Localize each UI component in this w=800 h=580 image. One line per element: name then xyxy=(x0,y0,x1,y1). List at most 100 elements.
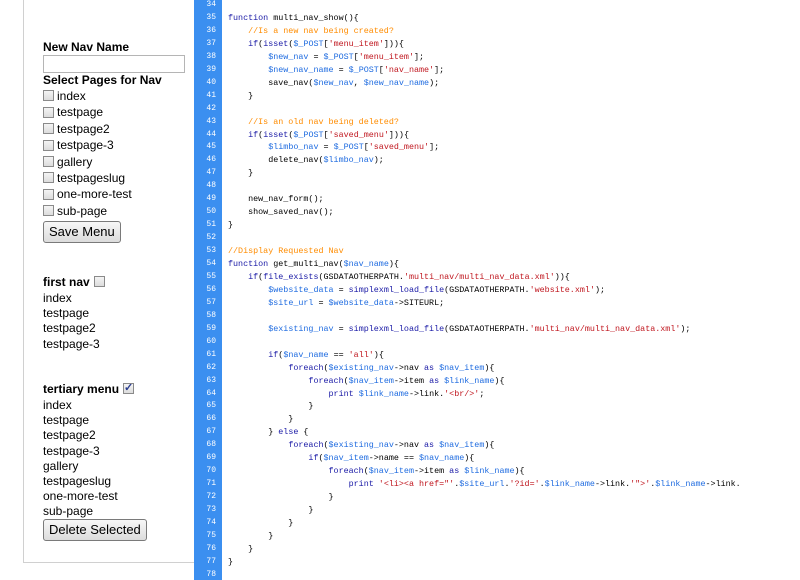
line-number: 59 xyxy=(206,323,216,333)
line-number: 68 xyxy=(206,440,216,450)
left-panel: New Nav Name Select Pages for Nav index t… xyxy=(0,0,195,580)
line-number: 53 xyxy=(206,246,216,256)
saved-nav-item: testpage2 xyxy=(43,428,96,443)
page-option-label: testpageslug xyxy=(57,171,126,185)
line-number: 63 xyxy=(206,375,216,385)
line-number: 46 xyxy=(206,155,216,165)
line-number: 38 xyxy=(206,51,216,61)
line-number: 72 xyxy=(206,492,216,502)
page-option[interactable]: gallery xyxy=(43,155,92,171)
saved-nav-item: testpage-3 xyxy=(43,443,100,458)
code-editor[interactable]: function multi_nav_show(){ //Is a new na… xyxy=(222,0,800,580)
code-line: $existing_nav = simplexml_load_file(GSDA… xyxy=(268,323,691,334)
saved-nav-item: testpage2 xyxy=(43,321,96,336)
line-number: 57 xyxy=(206,297,216,307)
page-checkbox[interactable] xyxy=(43,90,54,102)
page-option[interactable]: testpageslug xyxy=(43,171,125,187)
line-number: 35 xyxy=(206,12,216,22)
code-line: //Display Requested Nav xyxy=(228,246,344,257)
code-line: foreach($existing_nav->nav as $nav_item)… xyxy=(288,362,495,373)
code-line: show_saved_nav(); xyxy=(228,207,334,218)
saved-nav-checkbox[interactable] xyxy=(93,276,105,288)
code-line: //Is a new nav being created? xyxy=(228,25,394,36)
saved-nav-title: first nav xyxy=(43,275,108,289)
code-line: //Is an old nav being deleted? xyxy=(228,116,399,127)
code-line: } xyxy=(228,492,334,503)
page-checkbox[interactable] xyxy=(43,139,54,151)
code-line: if(isset($_POST['menu_item'])){ xyxy=(248,38,404,49)
nav-admin-panel: New Nav Name Select Pages for Nav index t… xyxy=(23,0,195,563)
page-option[interactable]: testpage-3 xyxy=(43,138,114,154)
page-option[interactable]: testpage xyxy=(43,105,103,121)
code-line: } xyxy=(228,543,254,554)
line-number: 66 xyxy=(206,414,216,424)
line-number: 64 xyxy=(206,388,216,398)
code-line: function multi_nav_show(){ xyxy=(228,12,359,23)
new-nav-name-label: New Nav Name xyxy=(43,40,130,54)
line-number: 65 xyxy=(206,401,216,411)
page-option-label: testpage-3 xyxy=(57,138,114,153)
page-option[interactable]: one-more-test xyxy=(43,187,132,203)
page-checkbox[interactable] xyxy=(43,172,54,184)
line-number: 42 xyxy=(206,103,216,113)
page-checkbox[interactable] xyxy=(43,106,54,118)
line-number: 61 xyxy=(206,349,216,359)
code-line: foreach($existing_nav->nav as $nav_item)… xyxy=(288,440,495,451)
page-checkbox[interactable] xyxy=(43,205,54,217)
code-line: } xyxy=(228,90,254,101)
saved-nav-item: index xyxy=(43,291,72,305)
line-number: 67 xyxy=(206,427,216,437)
delete-selected-button[interactable]: Delete Selected xyxy=(43,519,147,541)
saved-nav-item: one-more-test xyxy=(43,489,118,504)
new-nav-name-input[interactable] xyxy=(43,55,185,73)
line-number: 41 xyxy=(206,90,216,100)
line-number: 36 xyxy=(206,25,216,35)
line-number: 58 xyxy=(206,310,216,320)
line-number: 51 xyxy=(206,220,216,230)
save-menu-button[interactable]: Save Menu xyxy=(43,221,121,243)
line-number: 44 xyxy=(206,129,216,139)
code-line: foreach($nav_item->item as $link_name){ xyxy=(308,375,505,386)
page-option[interactable]: sub-page xyxy=(43,204,107,220)
line-number: 77 xyxy=(206,556,216,566)
saved-nav-checkbox[interactable] xyxy=(123,381,135,395)
saved-nav-title: tertiary menu xyxy=(43,381,137,396)
line-number: 40 xyxy=(206,77,216,87)
code-line: } xyxy=(228,401,314,412)
line-number-gutter: 34 35 36 37 38 39 40 41 42 43 44 45 46 47 48 49 50 51 52 53… xyxy=(194,0,222,580)
page-option[interactable]: index xyxy=(43,89,86,105)
select-pages-label: Select Pages for Nav xyxy=(43,73,162,87)
page-checkbox[interactable] xyxy=(43,155,54,167)
page-option-label: gallery xyxy=(57,154,93,169)
line-number: 70 xyxy=(206,466,216,476)
line-number: 37 xyxy=(206,38,216,48)
saved-nav-item: testpage xyxy=(43,413,90,428)
code-line: } xyxy=(228,556,234,567)
code-line: new_nav_form(); xyxy=(228,194,324,205)
line-number: 52 xyxy=(206,233,216,243)
line-number: 55 xyxy=(206,271,216,281)
line-number: 50 xyxy=(206,207,216,217)
line-number: 76 xyxy=(206,543,216,553)
line-number: 49 xyxy=(206,194,216,204)
code-line: } else { xyxy=(228,427,309,438)
line-number: 45 xyxy=(206,142,216,152)
code-line: foreach($nav_item->item as $link_name){ xyxy=(328,466,525,477)
code-line: $site_url = $website_data->SITEURL; xyxy=(268,297,445,308)
line-number: 47 xyxy=(206,168,216,178)
line-number: 54 xyxy=(206,259,216,268)
line-number: 62 xyxy=(206,362,216,372)
saved-nav-name: tertiary menu xyxy=(43,382,120,396)
saved-nav-item: sub-page xyxy=(43,504,94,519)
code-line: delete_nav($limbo_nav); xyxy=(228,155,384,166)
code-line: $limbo_nav = $_POST['saved_menu']; xyxy=(268,142,440,153)
line-number: 39 xyxy=(206,64,216,74)
code-line: } xyxy=(228,220,234,231)
page-option-label: one-more-test xyxy=(57,187,132,202)
code-line: if($nav_name == 'all'){ xyxy=(268,349,384,360)
page-option[interactable]: testpage2 xyxy=(43,122,110,138)
page-checkbox[interactable] xyxy=(43,188,54,200)
page-checkbox[interactable] xyxy=(43,123,54,135)
saved-nav-item: index xyxy=(43,398,72,412)
saved-nav-item: testpage xyxy=(43,306,90,321)
